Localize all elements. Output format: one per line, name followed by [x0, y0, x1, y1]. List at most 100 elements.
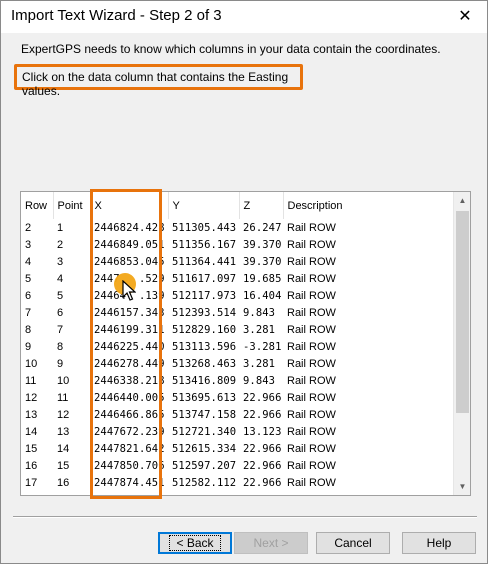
- table-cell[interactable]: 512615.334: [168, 440, 239, 457]
- table-cell[interactable]: 511356.167: [168, 236, 239, 253]
- table-row[interactable]: 7 6 2446157.343 512393.514 9.843 Rail ROW: [21, 304, 454, 321]
- table-cell[interactable]: 512721.340: [168, 423, 239, 440]
- table-cell[interactable]: 7: [21, 304, 53, 321]
- table-cell[interactable]: 2446338.218: [90, 372, 168, 389]
- table-row[interactable]: 2 1 2446824.428 511305.443 26.247 Rail ROW: [21, 219, 454, 236]
- table-cell[interactable]: 2446157.343: [90, 304, 168, 321]
- table-cell[interactable]: 39.370: [239, 253, 283, 270]
- table-cell[interactable]: 8: [21, 321, 53, 338]
- column-header-y[interactable]: Y: [168, 192, 240, 219]
- table-cell[interactable]: Rail ROW: [283, 253, 454, 270]
- table-cell[interactable]: 22.966: [239, 457, 283, 474]
- table-cell[interactable]: 2446225.440: [90, 338, 168, 355]
- table-row[interactable]: 10 9 2446278.449 513268.463 3.281 Rail ROW: [21, 355, 454, 372]
- table-cell[interactable]: Rail ROW: [283, 457, 454, 474]
- table-cell[interactable]: 17: [21, 474, 53, 491]
- table-cell[interactable]: 22.966: [239, 406, 283, 423]
- column-header-row[interactable]: Row: [21, 192, 54, 219]
- column-header-z[interactable]: Z: [239, 192, 284, 219]
- table-cell[interactable]: 2447874.451: [90, 474, 168, 491]
- table-cell[interactable]: 9.843: [239, 304, 283, 321]
- table-cell[interactable]: 513268.463: [168, 355, 239, 372]
- scroll-thumb[interactable]: [456, 211, 469, 413]
- table-cell[interactable]: 26.247: [239, 219, 283, 236]
- cancel-button[interactable]: Cancel: [316, 532, 390, 554]
- table-row[interactable]: 16 15 2447850.706 512597.207 22.966 Rail ROW: [21, 457, 454, 474]
- table-cell[interactable]: 6: [21, 287, 53, 304]
- back-button[interactable]: < Back: [158, 532, 232, 554]
- table-cell[interactable]: 512393.514: [168, 304, 239, 321]
- table-cell[interactable]: 512528.905: [168, 491, 239, 496]
- help-button[interactable]: Help: [402, 532, 476, 554]
- table-cell[interactable]: 2446849.051: [90, 236, 168, 253]
- table-cell[interactable]: 11: [21, 372, 53, 389]
- table-cell[interactable]: 5: [21, 270, 53, 287]
- table-cell[interactable]: 4: [21, 253, 53, 270]
- scroll-down-icon[interactable]: ▼: [454, 478, 470, 495]
- table-cell[interactable]: Rail ROW: [283, 219, 454, 236]
- table-cell[interactable]: 16: [21, 457, 53, 474]
- table-cell[interactable]: 16.404: [239, 287, 283, 304]
- table-cell[interactable]: 19.685: [239, 270, 283, 287]
- table-cell[interactable]: 2447821.642: [90, 440, 168, 457]
- table-cell[interactable]: 9.843: [239, 372, 283, 389]
- table-cell[interactable]: 6: [53, 304, 90, 321]
- table-cell[interactable]: 9: [21, 338, 53, 355]
- table-cell[interactable]: 19.685: [239, 491, 283, 496]
- column-header-description[interactable]: Description: [283, 192, 455, 219]
- table-cell[interactable]: Rail ROW: [283, 440, 454, 457]
- table-cell[interactable]: 10: [53, 372, 90, 389]
- table-cell[interactable]: 22.966: [239, 389, 283, 406]
- table-row[interactable]: 11 10 2446338.218 513416.809 9.843 Rail ROW: [21, 372, 454, 389]
- table-cell[interactable]: Rail ROW: [283, 287, 454, 304]
- table-cell[interactable]: Rail ROW: [283, 304, 454, 321]
- scroll-up-icon[interactable]: ▲: [454, 192, 470, 209]
- table-cell[interactable]: 511305.443: [168, 219, 239, 236]
- table-cell[interactable]: 2446853.045: [90, 253, 168, 270]
- table-row[interactable]: 17 16 2447874.451 512582.112 22.966 Rail ROW: [21, 474, 454, 491]
- table-cell[interactable]: 2446824.428: [90, 219, 168, 236]
- table-cell[interactable]: 10: [21, 355, 53, 372]
- table-cell[interactable]: 12: [53, 406, 90, 423]
- table-cell[interactable]: 14: [21, 423, 53, 440]
- table-cell[interactable]: 2446440.005: [90, 389, 168, 406]
- table-cell[interactable]: 512829.160: [168, 321, 239, 338]
- table-cell[interactable]: Rail ROW: [283, 338, 454, 355]
- table-cell[interactable]: Rail ROW: [283, 491, 454, 496]
- table-cell[interactable]: 13: [21, 406, 53, 423]
- table-cell[interactable]: 512582.112: [168, 474, 239, 491]
- table-cell[interactable]: 15: [21, 440, 53, 457]
- table-cell[interactable]: Rail ROW: [283, 423, 454, 440]
- table-cell[interactable]: 13: [53, 423, 90, 440]
- table-cell[interactable]: 513416.809: [168, 372, 239, 389]
- table-cell[interactable]: 1: [53, 219, 90, 236]
- table-cell[interactable]: 9: [53, 355, 90, 372]
- table-cell[interactable]: 39.370: [239, 236, 283, 253]
- table-cell[interactable]: 7: [53, 321, 90, 338]
- table-cell[interactable]: 15: [53, 457, 90, 474]
- table-cell[interactable]: 8: [53, 338, 90, 355]
- table-cell[interactable]: 18: [21, 491, 53, 496]
- table-cell[interactable]: 11: [53, 389, 90, 406]
- table-cell[interactable]: 2: [21, 219, 53, 236]
- table-row[interactable]: 14 13 2447672.239 512721.340 13.123 Rail ROW: [21, 423, 454, 440]
- table-cell[interactable]: Rail ROW: [283, 355, 454, 372]
- table-cell[interactable]: 513113.596: [168, 338, 239, 355]
- table-cell[interactable]: Rail ROW: [283, 372, 454, 389]
- table-row[interactable]: 12 11 2446440.005 513695.613 22.966 Rail ROW: [21, 389, 454, 406]
- table-cell[interactable]: 511364.441: [168, 253, 239, 270]
- table-cell[interactable]: 513695.613: [168, 389, 239, 406]
- table-cell[interactable]: 3.281: [239, 321, 283, 338]
- table-cell[interactable]: 2446278.449: [90, 355, 168, 372]
- table-cell[interactable]: 22.966: [239, 440, 283, 457]
- next-button[interactable]: Next >: [234, 532, 308, 554]
- table-cell[interactable]: 22.966: [239, 474, 283, 491]
- table-cell[interactable]: 5: [53, 287, 90, 304]
- close-button[interactable]: ✕: [443, 1, 487, 31]
- table-cell[interactable]: 12: [21, 389, 53, 406]
- table-cell[interactable]: 2447672.239: [90, 423, 168, 440]
- table-cell[interactable]: 512117.973: [168, 287, 239, 304]
- column-header-point[interactable]: Point: [53, 192, 91, 219]
- table-row[interactable]: 9 8 2446225.440 513113.596 -3.281 Rail ROW: [21, 338, 454, 355]
- table-row[interactable]: 15 14 2447821.642 512615.334 22.966 Rail ROW: [21, 440, 454, 457]
